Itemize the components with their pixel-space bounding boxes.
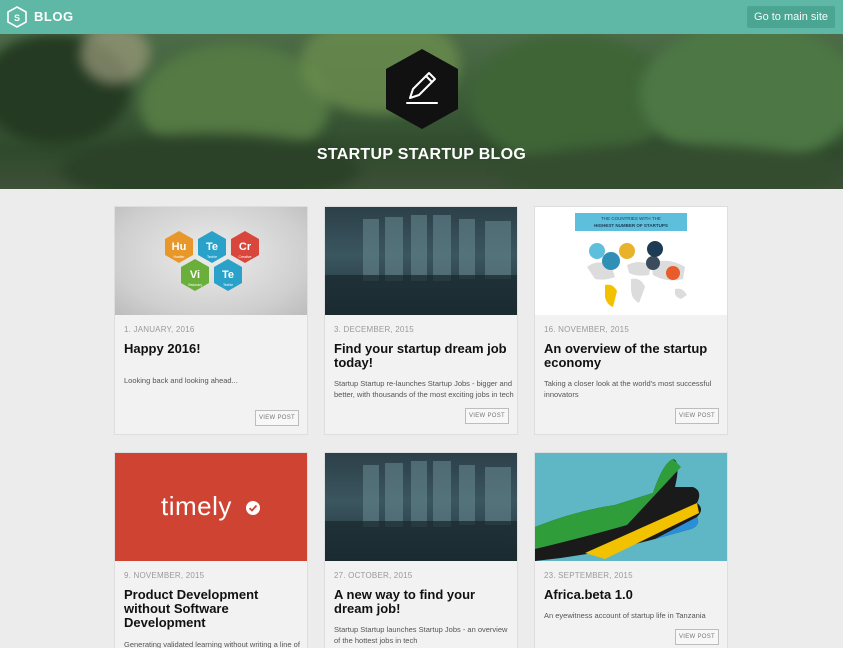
svg-text:Vi: Vi xyxy=(190,269,200,281)
svg-text:Te: Te xyxy=(206,241,218,253)
post-title[interactable]: An overview of the startup economy xyxy=(544,342,722,370)
post-title[interactable]: A new way to find your dream job! xyxy=(334,588,512,616)
post-card[interactable]: 3. DECEMBER, 2015 Find your startup drea… xyxy=(324,206,518,435)
main-site-button[interactable]: Go to main site xyxy=(747,6,835,28)
post-card[interactable]: timely 9. NOVEMBER, 2015 Product Develop… xyxy=(114,452,308,648)
svg-text:Te: Te xyxy=(222,269,234,281)
svg-text:THE COUNTRIES WITH THE: THE COUNTRIES WITH THE xyxy=(601,216,661,221)
post-date: 9. NOVEMBER, 2015 xyxy=(124,571,205,580)
post-title[interactable]: Product Development without Software Dev… xyxy=(124,588,302,630)
svg-text:Cr: Cr xyxy=(239,241,252,253)
post-card[interactable]: 27. OCTOBER, 2015 A new way to find your… xyxy=(324,452,518,648)
svg-text:Techie: Techie xyxy=(223,283,233,287)
post-title[interactable]: Africa.beta 1.0 xyxy=(544,588,722,602)
view-post-button[interactable]: VIEW POST xyxy=(465,408,509,424)
post-thumbnail[interactable] xyxy=(325,453,517,561)
pencil-icon xyxy=(386,49,458,129)
post-title[interactable]: Find your startup dream job today! xyxy=(334,342,512,370)
hex-te-2: Te Techie xyxy=(214,259,242,291)
flag-thumb-icon xyxy=(535,459,701,561)
view-post-button[interactable]: VIEW POST xyxy=(255,410,299,426)
view-post-button[interactable]: VIEW POST xyxy=(675,408,719,424)
brand-title[interactable]: BLOG xyxy=(34,9,74,24)
post-excerpt: Generating validated learning without wr… xyxy=(124,640,300,648)
post-card[interactable]: THE COUNTRIES WITH THE HIGHEST NUMBER OF… xyxy=(534,206,728,435)
post-date: 23. SEPTEMBER, 2015 xyxy=(544,571,633,580)
post-date: 16. NOVEMBER, 2015 xyxy=(544,325,629,334)
post-excerpt: Startup Startup re-launches Startup Jobs… xyxy=(334,379,514,399)
post-thumbnail[interactable] xyxy=(535,453,727,561)
timely-logo: timely xyxy=(161,491,232,521)
post-thumbnail[interactable]: timely xyxy=(115,453,307,561)
svg-text:HIGHEST NUMBER OF STARTUPS: HIGHEST NUMBER OF STARTUPS xyxy=(594,223,668,228)
post-excerpt: Taking a closer look at the world's most… xyxy=(544,379,712,399)
svg-text:Hustler: Hustler xyxy=(173,255,185,259)
post-thumbnail[interactable] xyxy=(325,207,517,315)
svg-text:Hu: Hu xyxy=(172,241,187,253)
post-date: 27. OCTOBER, 2015 xyxy=(334,571,413,580)
post-date: 3. DECEMBER, 2015 xyxy=(334,325,414,334)
post-thumbnail[interactable]: THE COUNTRIES WITH THE HIGHEST NUMBER OF… xyxy=(535,207,727,315)
hex-vi: Vi Visionary xyxy=(181,259,209,291)
hex-te: Te Techie xyxy=(198,231,226,263)
hex-hu: Hu Hustler xyxy=(165,231,193,263)
view-post-button[interactable]: VIEW POST xyxy=(675,629,719,645)
post-thumbnail[interactable]: Hu Hustler Te Techie Cr Creative Vi Visi… xyxy=(115,207,307,315)
logo-letter: S xyxy=(14,13,20,23)
post-date: 1. JANUARY, 2016 xyxy=(124,325,195,334)
post-excerpt: Looking back and looking ahead... xyxy=(124,376,238,385)
post-excerpt: An eyewitness account of startup life in… xyxy=(544,611,706,620)
check-icon xyxy=(246,501,260,515)
hero-banner: STARTUP STARTUP BLOG xyxy=(0,34,843,189)
hex-cr: Cr Creative xyxy=(231,231,259,263)
svg-text:Techie: Techie xyxy=(207,255,217,259)
svg-text:Creative: Creative xyxy=(238,255,251,259)
post-card[interactable]: Hu Hustler Te Techie Cr Creative Vi Visi… xyxy=(114,206,308,435)
hero-title: STARTUP STARTUP BLOG xyxy=(316,146,527,163)
post-excerpt: Startup Startup launches Startup Jobs - … xyxy=(334,625,508,645)
post-card[interactable]: 23. SEPTEMBER, 2015 Africa.beta 1.0 An e… xyxy=(534,452,728,648)
post-title[interactable]: Happy 2016! xyxy=(124,342,302,356)
top-bar: S BLOG Go to main site xyxy=(0,0,843,34)
svg-text:Visionary: Visionary xyxy=(188,283,203,287)
logo-icon[interactable]: S xyxy=(7,6,27,28)
